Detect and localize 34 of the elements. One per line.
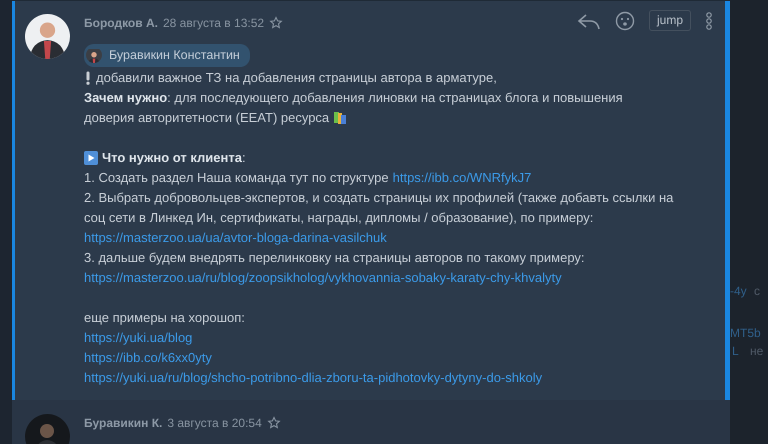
message-date: 3 августа в 20:54 bbox=[167, 415, 262, 432]
message-link[interactable]: https://ibb.co/WNRfykJ7 bbox=[392, 168, 532, 188]
message-text: добавили важное ТЗ на добавления страницы автора в арматуре, bbox=[96, 69, 497, 88]
message-link[interactable]: https://ibb.co/k6xx0yty bbox=[84, 348, 212, 368]
message-link[interactable]: https://yuki.ua/blog bbox=[84, 328, 192, 348]
message-text: 3. дальше будем внедрять перелинковку на страницы авторов по такому примеру: bbox=[84, 249, 585, 268]
message-text: соц сети в Линкед Ин, сертификаты, награды, дипломы / образование), по примеру: bbox=[84, 209, 594, 228]
message-link[interactable]: https://masterzoo.ua/ru/blog/zoopsikholog/vykhovannia-sobaky-karaty-chy-khvalyty bbox=[84, 268, 562, 288]
message-text: 2. Выбрать добровольцев-экспертов, и создать страницы их профилей (также добавть ссылки на bbox=[84, 189, 674, 208]
background-text: MT5b bbox=[730, 325, 761, 342]
star-icon[interactable] bbox=[266, 416, 281, 430]
message-link[interactable]: https://yuki.ua/ru/blog/shcho-potribno-dlia-zboru-ta-pidhotovky-dytyny-do-shkoly bbox=[84, 368, 542, 388]
background-text: -4y bbox=[730, 283, 747, 300]
reply-icon[interactable] bbox=[576, 12, 601, 30]
message-text: еще примеры на хорошоп: bbox=[84, 309, 245, 328]
star-icon[interactable] bbox=[269, 16, 284, 30]
message-text: Что нужно от клиента: bbox=[102, 149, 246, 168]
author-name: Буравикин К. bbox=[84, 415, 162, 432]
message-text: 1. Создать раздел Наша команда тут по структуре bbox=[84, 169, 389, 188]
author-name: Бородков А. bbox=[84, 15, 158, 32]
background-text: не bbox=[750, 343, 764, 360]
smiley-icon[interactable] bbox=[614, 10, 635, 30]
more-icon[interactable] bbox=[705, 12, 713, 30]
message-link[interactable]: https://masterzoo.ua/ua/avtor-bloga-darina-vasilchuk bbox=[84, 228, 387, 248]
background-text: L bbox=[732, 343, 739, 360]
play-icon bbox=[84, 151, 98, 166]
books-icon bbox=[333, 111, 348, 126]
jump-button[interactable]: jump bbox=[648, 10, 691, 31]
message-text: доверия авторитетности (EEAT) ресурса bbox=[84, 109, 330, 128]
mention-chip[interactable]: Буравикин Константин bbox=[84, 44, 250, 67]
exclamation-icon bbox=[84, 71, 92, 86]
message-text: Зачем нужно: для последующего добавления линовки на страницах блога и повышения bbox=[84, 89, 623, 108]
background-text: с bbox=[754, 283, 760, 300]
message-date: 28 августа в 13:52 bbox=[162, 15, 264, 32]
